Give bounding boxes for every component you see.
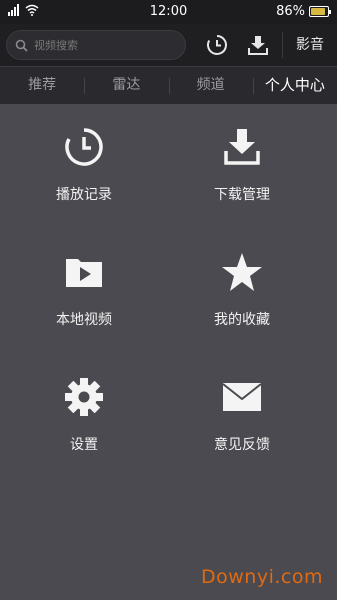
- menu-item-local-video[interactable]: 本地视频: [0, 229, 168, 354]
- nav-tabs: 推荐 雷达 频道 个人中心: [0, 66, 337, 104]
- menu-item-favorites[interactable]: 我的收藏: [158, 229, 326, 354]
- personal-menu-grid: 播放记录 下载管理 本地视频 我的收藏 设置 意见反馈: [0, 104, 337, 564]
- status-bar: 12:00 86%: [0, 0, 337, 24]
- tab-personal-center[interactable]: 个人中心: [252, 67, 337, 104]
- download-tray-icon: [219, 124, 265, 170]
- history-button[interactable]: [204, 32, 230, 58]
- history-clock-icon: [61, 124, 107, 170]
- search-icon: [15, 39, 28, 52]
- menu-item-feedback[interactable]: 意见反馈: [158, 354, 326, 479]
- menu-item-label: 本地视频: [56, 312, 112, 328]
- history-clock-icon: [207, 35, 227, 55]
- top-toolbar: 影音: [0, 24, 337, 66]
- menu-item-label: 播放记录: [56, 187, 112, 203]
- envelope-icon: [219, 374, 265, 420]
- battery-fill: [311, 8, 325, 15]
- menu-item-download-manager[interactable]: 下载管理: [158, 104, 326, 229]
- brand-label-button[interactable]: 影音: [286, 24, 334, 66]
- toolbar-divider: [282, 32, 283, 58]
- menu-item-play-history[interactable]: 播放记录: [0, 104, 168, 229]
- video-folder-icon: [61, 249, 107, 295]
- battery-percent: 86%: [276, 4, 305, 19]
- download-tray-icon: [248, 36, 268, 55]
- menu-item-label: 我的收藏: [214, 312, 270, 328]
- search-input[interactable]: [34, 38, 174, 52]
- tab-channel[interactable]: 频道: [168, 67, 253, 104]
- menu-item-settings[interactable]: 设置: [0, 354, 168, 479]
- gear-icon: [61, 374, 107, 420]
- tab-recommend[interactable]: 推荐: [0, 67, 84, 104]
- tab-radar[interactable]: 雷达: [84, 67, 168, 104]
- status-right: 86%: [276, 4, 331, 19]
- star-icon: [219, 249, 265, 295]
- download-button[interactable]: [245, 32, 271, 58]
- search-box[interactable]: [6, 30, 186, 60]
- menu-item-label: 意见反馈: [214, 437, 270, 453]
- battery-icon: [309, 6, 331, 17]
- menu-item-label: 设置: [70, 437, 98, 453]
- watermark-text: Downyi.com: [201, 566, 323, 588]
- menu-item-label: 下载管理: [214, 187, 270, 203]
